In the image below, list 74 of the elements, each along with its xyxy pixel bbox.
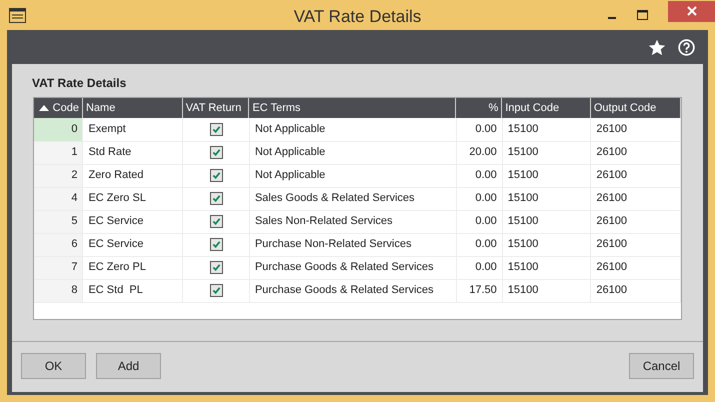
table-cell: 26100 xyxy=(590,187,680,210)
checkbox[interactable] xyxy=(210,214,223,228)
checkbox[interactable] xyxy=(210,146,223,159)
table-cell: 26100 xyxy=(590,279,680,302)
table-cell: 15100 xyxy=(502,118,591,141)
help-icon[interactable] xyxy=(678,38,695,56)
table-cell: 26100 xyxy=(590,210,680,233)
app-icon[interactable] xyxy=(9,8,26,22)
table-cell: 0.00 xyxy=(456,210,502,233)
table-cell: 15100 xyxy=(502,279,591,302)
table-cell: 0.00 xyxy=(456,164,502,187)
table-cell: EC Std PL xyxy=(82,279,183,302)
column-header[interactable]: VAT Return xyxy=(186,100,242,116)
checkbox[interactable] xyxy=(210,238,223,251)
table-cell: Purchase Goods & Related Services xyxy=(249,256,456,279)
table-cell: Purchase Goods & Related Services xyxy=(249,279,456,302)
table-cell: 5 xyxy=(34,210,83,233)
table-cell: 0.00 xyxy=(456,118,502,141)
column-header[interactable]: Output Code xyxy=(594,100,656,116)
table-cell: 20.00 xyxy=(456,141,502,164)
checkbox[interactable] xyxy=(210,122,223,136)
column-header[interactable]: Input Code xyxy=(505,100,560,116)
table-cell: 15100 xyxy=(502,164,591,187)
column-header[interactable]: EC Terms xyxy=(252,100,301,116)
checkbox[interactable] xyxy=(210,260,223,274)
column-header[interactable]: Code xyxy=(52,100,79,116)
close-button[interactable] xyxy=(668,0,715,22)
table-cell: 17.50 xyxy=(456,279,502,302)
table-cell: Zero Rated xyxy=(82,164,183,187)
table-cell: Purchase Non-Related Services xyxy=(249,233,456,256)
table-cell: 0.00 xyxy=(456,233,502,256)
table-cell: EC Zero PL xyxy=(82,256,183,279)
table-cell: 0 xyxy=(34,118,83,141)
dialog-button[interactable]: Cancel xyxy=(629,352,694,378)
window-title: VAT Rate Details xyxy=(292,6,422,28)
table-cell: Sales Goods & Related Services xyxy=(249,187,456,210)
table-cell: 15100 xyxy=(502,210,591,233)
checkbox[interactable] xyxy=(210,168,223,182)
table-cell: Not Applicable xyxy=(249,164,456,187)
checkbox[interactable] xyxy=(210,192,223,205)
close-icon xyxy=(686,6,696,16)
table-cell: 26100 xyxy=(590,118,680,141)
table-cell: 26100 xyxy=(590,164,680,187)
table-cell: 15100 xyxy=(502,233,591,256)
table-cell: EC Service xyxy=(82,210,183,233)
table-cell: 0.00 xyxy=(456,187,502,210)
table-cell: 2 xyxy=(34,164,83,187)
table-cell: 4 xyxy=(34,187,83,210)
table-cell: 15100 xyxy=(502,141,591,164)
section-title: VAT Rate Details xyxy=(31,75,128,92)
table-cell: Not Applicable xyxy=(249,141,456,164)
table-cell: 0.00 xyxy=(456,256,502,279)
table-cell: 1 xyxy=(34,141,83,164)
table-cell: 26100 xyxy=(590,233,680,256)
table-cell: 15100 xyxy=(502,187,591,210)
table-cell: EC Zero SL xyxy=(82,187,183,210)
dialog-button[interactable]: Add xyxy=(96,352,161,378)
table-cell: 7 xyxy=(34,256,83,279)
table-cell: 6 xyxy=(34,233,83,256)
table-cell: 8 xyxy=(34,279,83,302)
star-icon[interactable] xyxy=(648,38,666,56)
table-cell: Not Applicable xyxy=(249,118,456,141)
maximize-icon[interactable] xyxy=(637,10,648,20)
table-cell: Sales Non-Related Services xyxy=(249,210,456,233)
checkbox[interactable] xyxy=(210,284,223,297)
table-cell: 26100 xyxy=(590,256,680,279)
column-header[interactable]: Name xyxy=(86,100,116,116)
table-cell: 26100 xyxy=(590,141,680,164)
table-cell: Std Rate xyxy=(82,141,183,164)
dialog-button[interactable]: OK xyxy=(21,352,86,378)
column-header[interactable]: % xyxy=(488,100,498,116)
table-cell: 15100 xyxy=(502,256,591,279)
table-cell: EC Service xyxy=(82,233,183,256)
table-cell: Exempt xyxy=(82,118,183,141)
